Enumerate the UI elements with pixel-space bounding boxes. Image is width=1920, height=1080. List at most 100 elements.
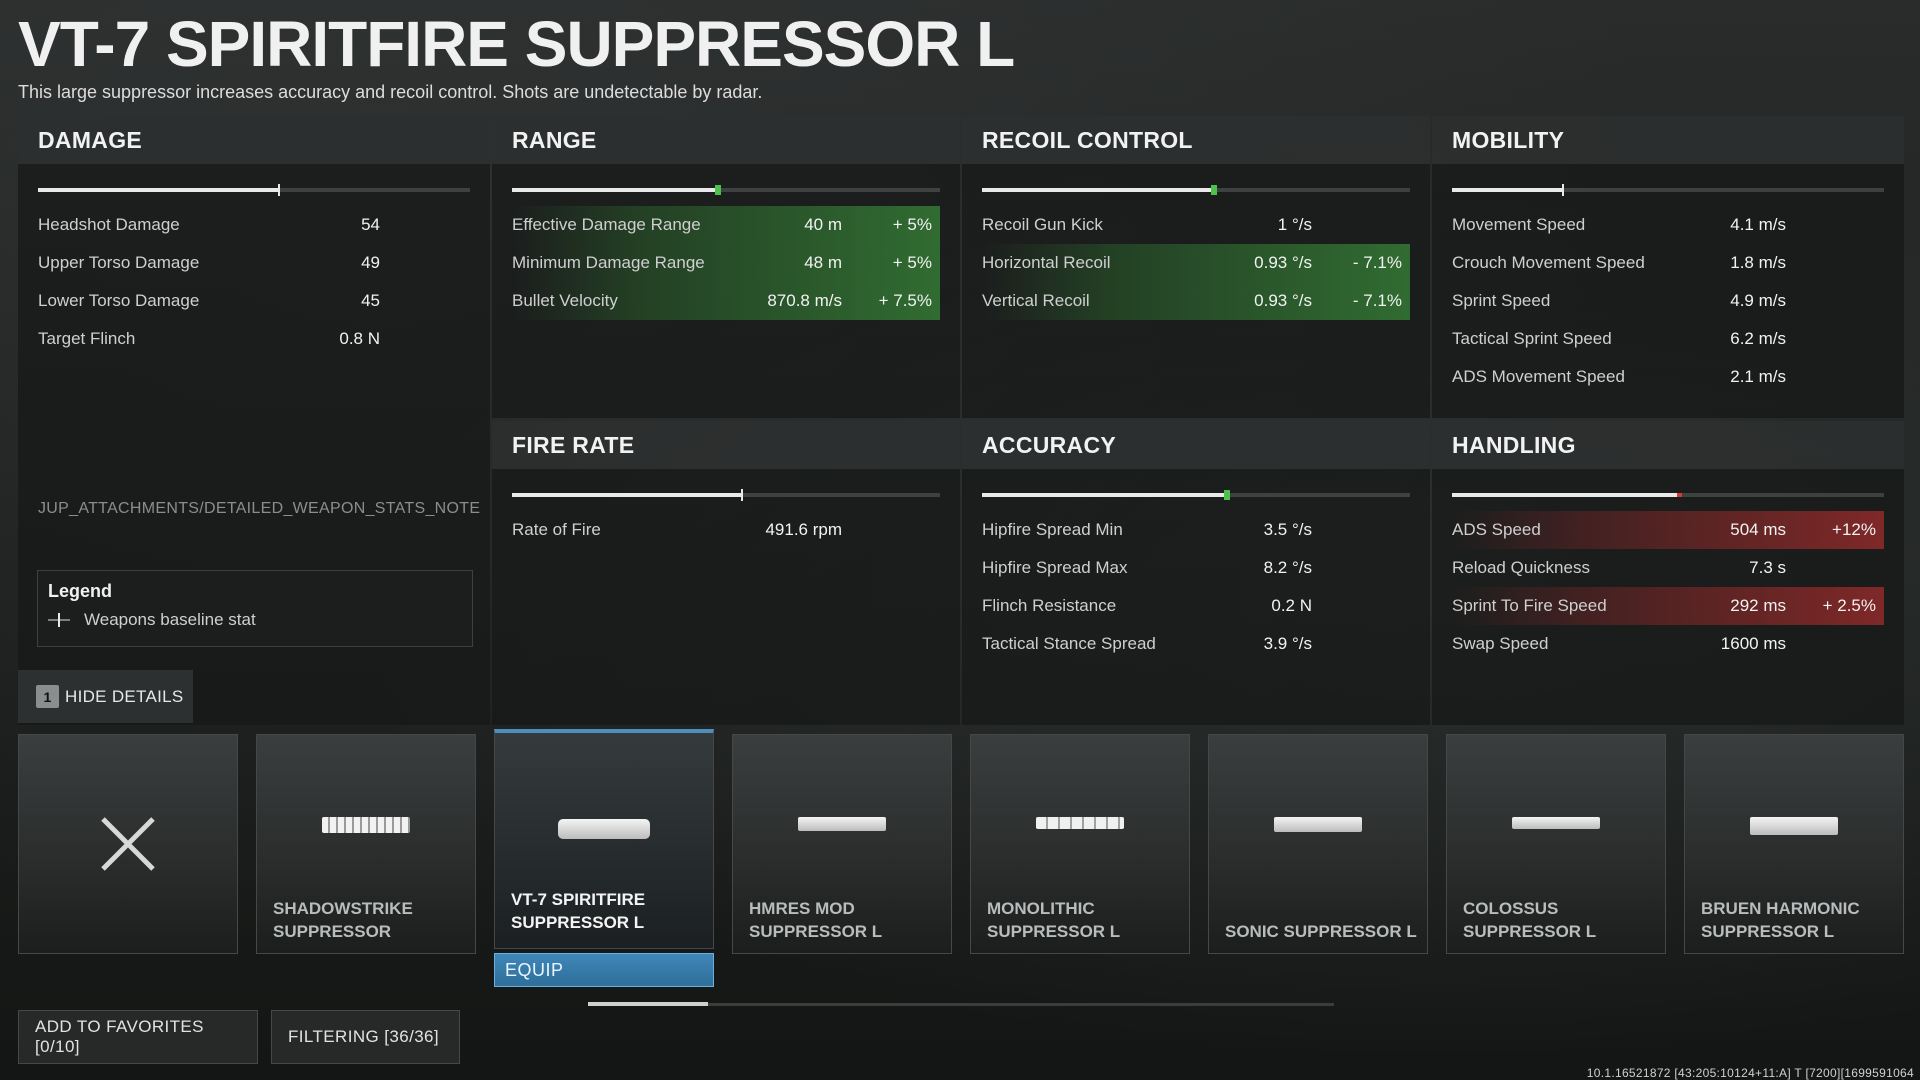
stat-label: Lower Torso Damage (38, 291, 200, 310)
damage-bar-fill (38, 188, 280, 192)
legend-item: Weapons baseline stat (48, 610, 462, 630)
hide-details-button[interactable]: 1 HIDE DETAILS (18, 670, 193, 723)
stat-label: Hipfire Spread Max (982, 558, 1128, 577)
mobility-panel: MOBILITY Movement Speed 4.1 m/s Crouch Mo… (1432, 116, 1904, 418)
stat-row-lower-torso-damage: Lower Torso Damage 45 (38, 282, 470, 320)
stat-label: Crouch Movement Speed (1452, 253, 1645, 272)
range-bar (512, 185, 940, 195)
damage-bar-marker (277, 184, 280, 196)
fire-rate-header: FIRE RATE (492, 421, 960, 469)
filtering-button[interactable]: FILTERING [36/36] (271, 1010, 460, 1064)
fire-rate-bar-marker (741, 489, 744, 501)
stat-row-flinch-resistance: Flinch Resistance 0.2 N (982, 587, 1410, 625)
accuracy-header: ACCURACY (962, 421, 1430, 469)
stat-value: 0.93 °/s (1254, 291, 1312, 310)
attachment-card-sonic[interactable]: SONIC SUPPRESSOR L (1208, 734, 1428, 954)
stat-row-hipfire-spread-max: Hipfire Spread Max 8.2 °/s (982, 549, 1410, 587)
stat-row-rate-of-fire: Rate of Fire 491.6 rpm (512, 511, 940, 549)
stat-value: 292 ms (1730, 596, 1786, 615)
stat-row-bullet-velocity: Bullet Velocity 870.8 m/s + 7.5% (512, 282, 940, 320)
stat-value: 1.8 m/s (1730, 253, 1786, 272)
stat-row-swap-speed: Swap Speed 1600 ms (1452, 625, 1884, 663)
accuracy-bar (982, 490, 1410, 500)
stat-value: 48 m (804, 253, 842, 272)
suppressor-icon (1512, 817, 1600, 829)
range-panel: RANGE Effective Damage Range 40 m + 5% Min… (492, 116, 960, 418)
attachment-name: HMRES MOD SUPPRESSOR L (749, 899, 883, 941)
stat-change: +12% (1832, 520, 1876, 539)
accuracy-panel: ACCURACY Hipfire Spread Min 3.5 °/s Hipfi… (962, 421, 1430, 725)
handling-bar-decrease (1676, 493, 1682, 497)
stat-label: Effective Damage Range (512, 215, 701, 234)
stat-row-upper-torso-damage: Upper Torso Damage 49 (38, 244, 470, 282)
stat-label: Reload Quickness (1452, 558, 1590, 577)
attachment-card-none[interactable] (18, 734, 238, 954)
recoil-control-bar (982, 185, 1410, 195)
stat-change: - 7.1% (1352, 253, 1402, 272)
range-header: RANGE (492, 116, 960, 164)
stat-value: 6.2 m/s (1730, 329, 1786, 348)
stat-row-target-flinch: Target Flinch 0.8 N (38, 320, 470, 358)
attachment-description: This large suppressor increases accuracy… (18, 82, 763, 102)
attachment-card-shadowstrike[interactable]: SHADOWSTRIKE SUPPRESSOR (256, 734, 476, 954)
stat-value: 2.1 m/s (1730, 367, 1786, 386)
attachment-name: SONIC SUPPRESSOR L (1225, 922, 1417, 941)
equip-button[interactable]: EQUIP (494, 953, 714, 987)
page-title: VT-7 SPIRITFIRE SUPPRESSOR L (18, 8, 1015, 80)
stat-value: 3.5 °/s (1263, 520, 1312, 539)
stat-row-sprint-to-fire-speed: Sprint To Fire Speed 292 ms + 2.5% (1452, 587, 1884, 625)
stat-label: ADS Movement Speed (1452, 367, 1625, 386)
stat-row-recoil-gun-kick: Recoil Gun Kick 1 °/s (982, 206, 1410, 244)
stat-value: 54 (361, 215, 380, 234)
stat-label: Horizontal Recoil (982, 253, 1111, 272)
stat-value: 870.8 m/s (767, 291, 842, 310)
attachment-card-hmres-mod[interactable]: HMRES MOD SUPPRESSOR L (732, 734, 952, 954)
attachment-name: BRUEN HARMONIC SUPPRESSOR L (1701, 899, 1860, 941)
add-to-favorites-button[interactable]: ADD TO FAVORITES [0/10] (18, 1010, 258, 1064)
stat-label: Minimum Damage Range (512, 253, 705, 272)
stat-row-effective-damage-range: Effective Damage Range 40 m + 5% (512, 206, 940, 244)
fire-rate-bar-fill (512, 493, 744, 497)
recoil-bar-increase (1211, 185, 1218, 195)
stat-row-hipfire-spread-min: Hipfire Spread Min 3.5 °/s (982, 511, 1410, 549)
attachment-card-bruen-harmonic[interactable]: BRUEN HARMONIC SUPPRESSOR L (1684, 734, 1904, 954)
stat-row-tactical-stance-spread: Tactical Stance Spread 3.9 °/s (982, 625, 1410, 663)
mobility-bar-marker (1562, 184, 1565, 196)
stat-value: 1600 ms (1720, 634, 1786, 653)
stat-label: Sprint To Fire Speed (1452, 596, 1607, 615)
fire-rate-bar (512, 489, 940, 501)
damage-bar (38, 184, 470, 196)
attachment-card-monolithic[interactable]: MONOLITHIC SUPPRESSOR L (970, 734, 1190, 954)
stat-value: 45 (361, 291, 380, 310)
stat-value: 4.1 m/s (1730, 215, 1786, 234)
attachment-card-vt7-spiritfire[interactable]: VT-7 SPIRITFIRE SUPPRESSOR L (494, 729, 714, 949)
handling-header: HANDLING (1432, 421, 1904, 469)
attachment-card-colossus[interactable]: COLOSSUS SUPPRESSOR L (1446, 734, 1666, 954)
stat-value: 49 (361, 253, 380, 272)
range-bar-increase (715, 185, 722, 195)
key-hint-badge: 1 (36, 685, 59, 708)
stat-change: + 2.5% (1822, 596, 1876, 615)
attachment-name: COLOSSUS SUPPRESSOR L (1463, 899, 1597, 941)
mobility-bar (1452, 184, 1884, 196)
stat-value: 491.6 rpm (765, 520, 842, 539)
handling-bar (1452, 493, 1884, 497)
suppressor-icon (798, 817, 886, 831)
stat-value: 40 m (804, 215, 842, 234)
stat-row-headshot-damage: Headshot Damage 54 (38, 206, 470, 244)
stat-label: Target Flinch (38, 329, 136, 348)
carousel-scroll-thumb[interactable] (588, 1002, 708, 1006)
attachment-name: VT-7 SPIRITFIRE SUPPRESSOR L (511, 890, 646, 932)
legend-title: Legend (48, 581, 113, 601)
stat-label: Upper Torso Damage (38, 253, 200, 272)
stat-label: Headshot Damage (38, 215, 180, 234)
baseline-marker-icon (48, 613, 70, 627)
stat-label: Vertical Recoil (982, 291, 1090, 310)
stat-change: + 7.5% (878, 291, 932, 310)
handling-bar-fill (1452, 493, 1677, 497)
handling-panel: HANDLING ADS Speed 504 ms +12% Reload Quic… (1432, 421, 1904, 725)
stat-label: Swap Speed (1452, 634, 1549, 653)
range-bar-fill (512, 188, 718, 192)
attachment-name: SHADOWSTRIKE SUPPRESSOR (273, 899, 413, 941)
stat-row-sprint-speed: Sprint Speed 4.9 m/s (1452, 282, 1884, 320)
